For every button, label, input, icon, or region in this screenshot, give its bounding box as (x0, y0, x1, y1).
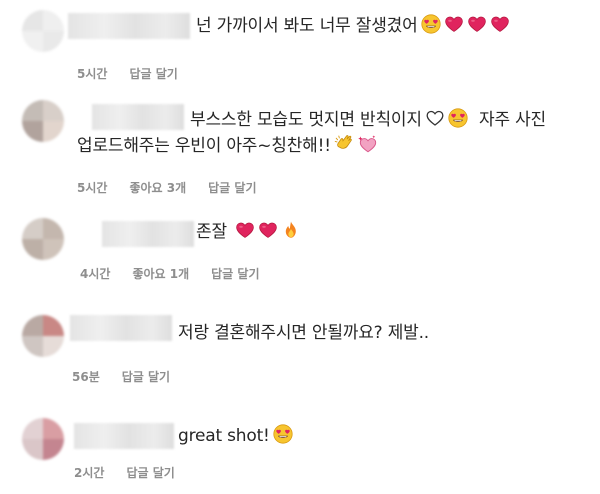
heart-eyes-emoji (273, 424, 293, 444)
comment-text-line-1: 부스스한 모습도 멋지면 반칙이지 자주 사진 (190, 108, 546, 132)
comment-text: 넌 가까이서 봐도 너무 잘생겼어 (196, 14, 510, 38)
reply-button[interactable]: 답글 달기 (208, 181, 256, 195)
avatar[interactable] (22, 315, 64, 357)
comment-body: 존잘 (196, 222, 227, 242)
comment-time[interactable]: 2시간 (74, 466, 104, 480)
comment-body: 넌 가까이서 봐도 너무 잘생겼어 (196, 16, 418, 36)
comment-text: 존잘 (196, 220, 301, 244)
comment-body-tail: 자주 사진 (479, 110, 546, 130)
comment-text-line-2: 업로드해주는 우빈이 아주~칭찬해!! (77, 134, 377, 158)
comment-body: 저랑 결혼해주시면 안될까요? 제발.. (178, 323, 430, 343)
username-blurred[interactable] (92, 104, 184, 130)
reply-button[interactable]: 답글 달기 (129, 67, 177, 81)
comment-body: 부스스한 모습도 멋지면 반칙이지 (190, 110, 422, 130)
comment-body: 업로드해주는 우빈이 아주~칭찬해!! (77, 136, 331, 156)
fire-emoji (281, 220, 301, 240)
comment-meta: 56분 답글 달기 (72, 368, 170, 385)
username-blurred[interactable] (102, 221, 194, 247)
avatar[interactable] (22, 100, 64, 142)
comment-time[interactable]: 5시간 (77, 67, 107, 81)
avatar[interactable] (22, 218, 64, 260)
username-blurred[interactable] (70, 315, 172, 341)
comment-time[interactable]: 56분 (72, 370, 100, 384)
comment-time[interactable]: 5시간 (77, 181, 107, 195)
sparkling-heart-emoji (357, 134, 377, 154)
reply-button[interactable]: 답글 달기 (122, 370, 170, 384)
clapping-hands-emoji (334, 134, 354, 154)
username-blurred[interactable] (74, 423, 174, 449)
red-heart-emoji (467, 14, 487, 34)
comment-meta: 4시간 좋아요 1개 답글 달기 (80, 265, 259, 282)
likes-count[interactable]: 좋아요 1개 (132, 267, 189, 281)
comment-meta: 5시간 답글 달기 (77, 65, 178, 82)
comment-body: great shot! (178, 426, 270, 446)
reply-button[interactable]: 답글 달기 (211, 267, 259, 281)
comment-time[interactable]: 4시간 (80, 267, 110, 281)
avatar[interactable] (22, 418, 64, 460)
comment-meta: 2시간 답글 달기 (74, 464, 175, 481)
red-heart-emoji (444, 14, 464, 34)
red-heart-emoji (490, 14, 510, 34)
comment-text: 저랑 결혼해주시면 안될까요? 제발.. (178, 321, 429, 345)
red-heart-emoji (235, 220, 255, 240)
comment-text: great shot! (178, 424, 293, 448)
comment-meta: 5시간 좋아요 3개 답글 달기 (77, 179, 256, 196)
avatar[interactable] (22, 10, 64, 52)
white-heart-emoji (425, 108, 445, 128)
heart-eyes-emoji (421, 14, 441, 34)
likes-count[interactable]: 좋아요 3개 (129, 181, 186, 195)
red-heart-emoji (258, 220, 278, 240)
heart-eyes-emoji (448, 108, 468, 128)
username-blurred[interactable] (68, 13, 190, 39)
reply-button[interactable]: 답글 달기 (126, 466, 174, 480)
